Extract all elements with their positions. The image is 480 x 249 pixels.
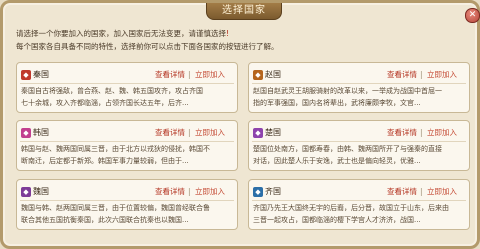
card-header: ◆ 楚国 查看详情 | 立即加入 <box>252 128 468 140</box>
nation-description-line-1: 楚国位处南方，国都寿春，由韩、魏两国所开了与强秦的直接 <box>253 145 442 153</box>
join-now-link[interactable]: 立即加入 <box>427 187 457 197</box>
card-divider <box>20 141 234 142</box>
nation-name: 楚国 <box>265 128 281 137</box>
link-separator: | <box>420 187 423 196</box>
view-details-link[interactable]: 查看详情 <box>387 128 417 138</box>
view-details-link[interactable]: 查看详情 <box>155 187 185 197</box>
intro-line-2: 每个国家各自具备不同的特性，选择前你可以点击下面各国家的按钮进行了解。 <box>16 42 279 51</box>
nation-select-dialog: 选择国家 ✕ 请选择一个你要加入的国家，加入国家后无法变更，请谨慎选择! 每个国… <box>0 0 480 249</box>
card-divider <box>252 200 466 201</box>
close-button[interactable]: ✕ <box>465 8 480 23</box>
nation-description-line-2: 指的军事强国，国内名将辈出，武将廉颇李牧，文官... <box>253 99 421 107</box>
nation-description-line-1: 秦国自古将强敌，曾合燕、赵、魏、韩五国攻齐，攻占齐国 <box>21 87 203 95</box>
link-separator: | <box>420 70 423 79</box>
nation-flag-icon: ◆ <box>21 70 31 80</box>
link-separator: | <box>420 128 423 137</box>
nation-flag-icon: ◆ <box>253 128 263 138</box>
join-now-link[interactable]: 立即加入 <box>195 187 225 197</box>
nation-description-line-2: 三晋一起攻占，国都临淄的樱下学宫人才济济，战国... <box>253 216 421 224</box>
intro-line-1-text: 请选择一个你要加入的国家，加入国家后无法变更，请谨慎选择 <box>16 29 226 38</box>
nation-flag-icon: ◆ <box>253 70 263 80</box>
card-header: ◆ 齐国 查看详情 | 立即加入 <box>252 187 468 199</box>
card-header: ◆ 赵国 查看详情 | 立即加入 <box>252 70 468 82</box>
card-divider <box>20 83 234 84</box>
join-now-link[interactable]: 立即加入 <box>427 128 457 138</box>
nation-name: 赵国 <box>265 70 281 79</box>
view-details-link[interactable]: 查看详情 <box>387 70 417 80</box>
card-header: ◆ 韩国 查看详情 | 立即加入 <box>20 128 236 140</box>
card-divider <box>252 83 466 84</box>
join-now-link[interactable]: 立即加入 <box>195 70 225 80</box>
nation-card-zhao: ◆ 赵国 查看详情 | 立即加入 赵国自赵武灵王胡服骑射的改革以来，一举成为战国… <box>248 62 470 113</box>
nation-card-han: ◆ 韩国 查看详情 | 立即加入 韩国与赵、魏两国同属三晋，由于北方以戎狄的侵扰… <box>16 120 238 171</box>
intro-warning-mark: ! <box>226 29 230 38</box>
link-separator: | <box>188 128 191 137</box>
card-header: ◆ 魏国 查看详情 | 立即加入 <box>20 187 236 199</box>
join-now-link[interactable]: 立即加入 <box>195 128 225 138</box>
join-now-link[interactable]: 立即加入 <box>427 70 457 80</box>
nation-description-line-2: 断南迁，后定都于新郑。韩国军事力量较弱，但由于... <box>21 157 189 165</box>
card-header: ◆ 秦国 查看详情 | 立即加入 <box>20 70 236 82</box>
nation-name: 秦国 <box>33 70 49 79</box>
nation-name: 韩国 <box>33 128 49 137</box>
view-details-link[interactable]: 查看详情 <box>155 70 185 80</box>
card-divider <box>20 200 234 201</box>
nation-card-wei: ◆ 魏国 查看详情 | 立即加入 魏国与韩、赵两国同属三晋，由于位置较偏，魏国曾… <box>16 179 238 230</box>
nation-card-qi: ◆ 齐国 查看详情 | 立即加入 齐国乃先王大国终无宇的后裔，后分晋，故国立于山… <box>248 179 470 230</box>
dialog-title: 选择国家 <box>206 3 282 20</box>
view-details-link[interactable]: 查看详情 <box>155 128 185 138</box>
nation-description-line-1: 韩国与赵、魏两国同属三晋，由于北方以戎狄的侵扰，韩国不 <box>21 145 210 153</box>
nation-description-line-2: 七十余城，攻入齐都临淄，占领齐国长达五年，后齐... <box>21 99 189 107</box>
nation-description-line-2: 联合其他五国抗衡秦国，此次六国联合抗秦也以魏国... <box>21 216 189 224</box>
nation-card-qin: ◆ 秦国 查看详情 | 立即加入 秦国自古将强敌，曾合燕、赵、魏、韩五国攻齐，攻… <box>16 62 238 113</box>
nation-description-line-1: 魏国与韩、赵两国同属三晋，由于位置较偏，魏国曾经联合鲁 <box>21 204 210 212</box>
nation-flag-icon: ◆ <box>21 187 31 197</box>
nation-name: 齐国 <box>265 187 281 196</box>
link-separator: | <box>188 187 191 196</box>
nation-description-line-1: 齐国乃先王大国终无宇的后裔，后分晋，故国立于山东，后来由 <box>253 204 449 212</box>
nation-flag-icon: ◆ <box>253 187 263 197</box>
card-divider <box>252 141 466 142</box>
nation-flag-icon: ◆ <box>21 128 31 138</box>
nation-card-chu: ◆ 楚国 查看详情 | 立即加入 楚国位处南方，国都寿春，由韩、魏两国所开了与强… <box>248 120 470 171</box>
nation-name: 魏国 <box>33 187 49 196</box>
view-details-link[interactable]: 查看详情 <box>387 187 417 197</box>
link-separator: | <box>188 70 191 79</box>
nation-description-line-2: 对话，因此楚人乐于安逸，武士也是偏向轻灵，优雅... <box>253 157 421 165</box>
intro-line-1: 请选择一个你要加入的国家，加入国家后无法变更，请谨慎选择! <box>16 28 229 39</box>
nation-description-line-1: 赵国自赵武灵王胡服骑射的改革以来，一举成为战国中首屈一 <box>253 87 442 95</box>
